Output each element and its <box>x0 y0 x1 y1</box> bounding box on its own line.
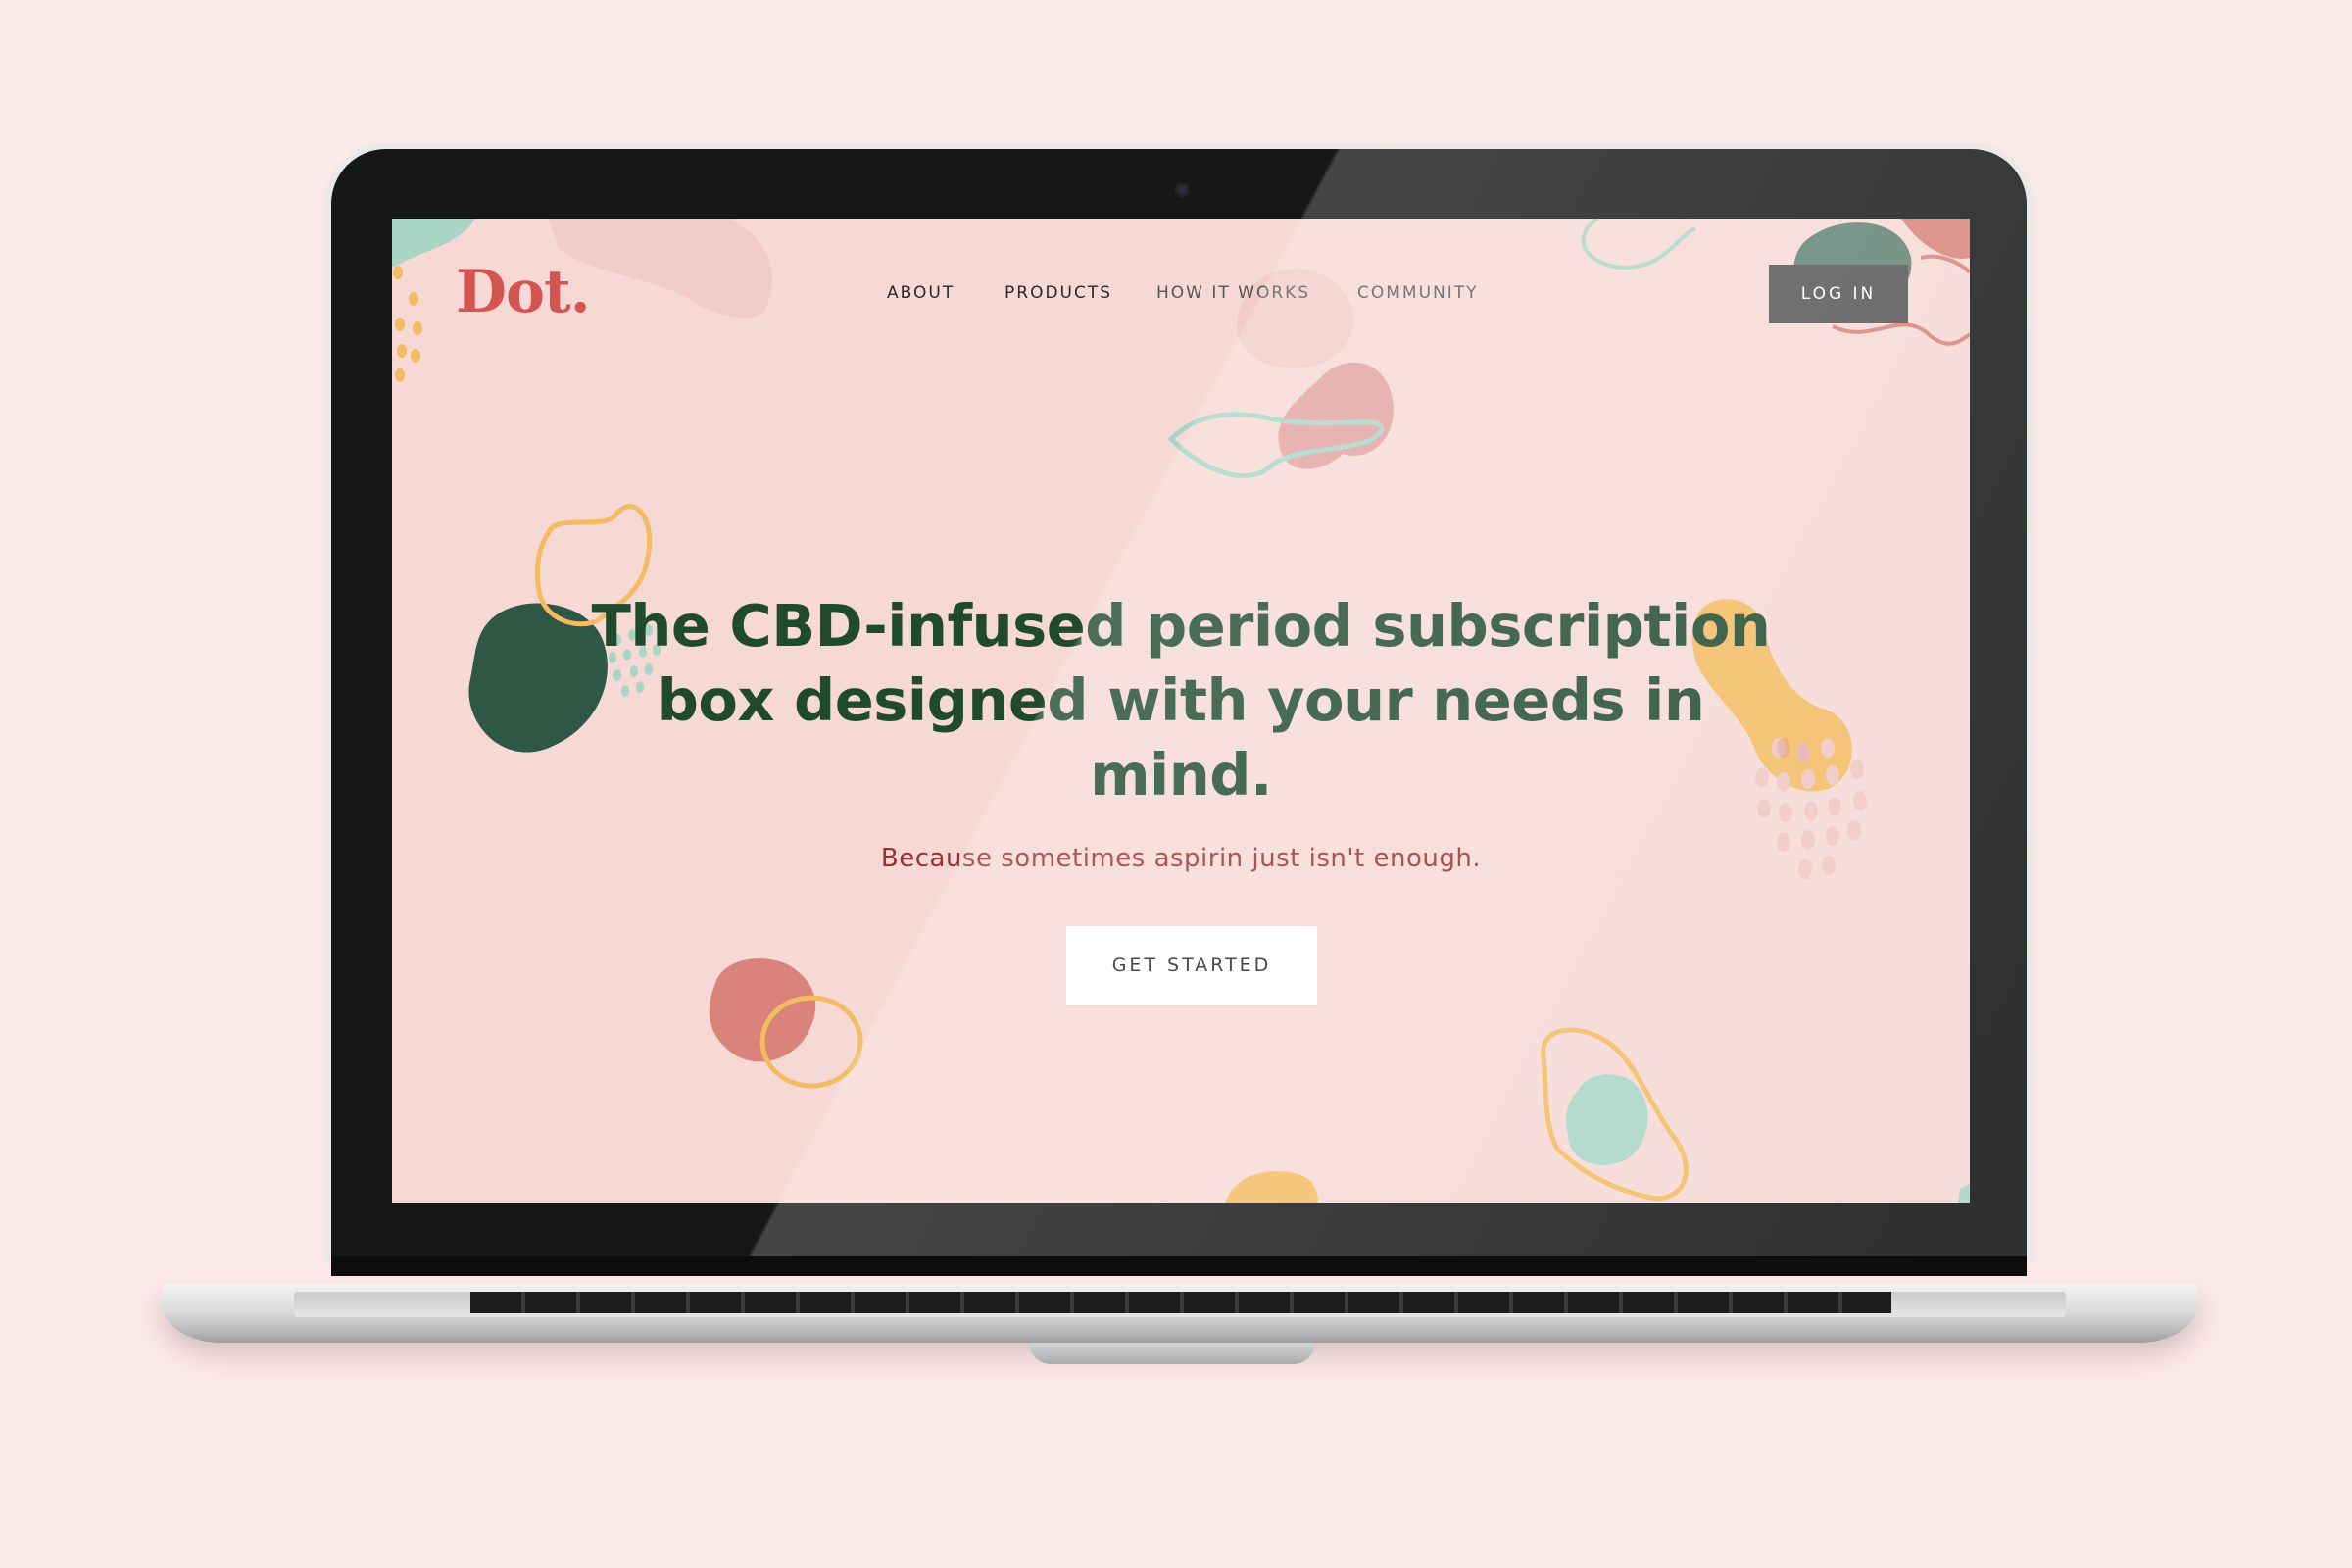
keyboard-edge <box>470 1292 1891 1313</box>
camera-dot <box>1177 185 1187 195</box>
main-nav: ABOUT PRODUCTS HOW IT WORKS COMMUNITY <box>392 283 1970 313</box>
browser-screen: Dot. ABOUT PRODUCTS HOW IT WORKS COMMUNI… <box>392 219 1970 1203</box>
laptop-notch <box>1029 1343 1315 1364</box>
nav-item-how-it-works[interactable]: HOW IT WORKS <box>1156 283 1310 303</box>
hero-headline: The CBD-infused period subscription box … <box>591 592 1771 808</box>
nav-item-products[interactable]: PRODUCTS <box>1004 283 1112 303</box>
get-started-button[interactable]: GET STARTED <box>1066 926 1317 1004</box>
laptop-hinge <box>331 1256 2027 1276</box>
nav-item-about[interactable]: ABOUT <box>887 283 955 303</box>
login-button[interactable]: LOG IN <box>1769 265 1908 323</box>
laptop-lid: Dot. ABOUT PRODUCTS HOW IT WORKS COMMUNI… <box>331 149 2027 1256</box>
nav-item-community[interactable]: COMMUNITY <box>1357 283 1479 303</box>
hero-subheadline: Because sometimes aspirin just isn't eno… <box>880 844 1482 873</box>
